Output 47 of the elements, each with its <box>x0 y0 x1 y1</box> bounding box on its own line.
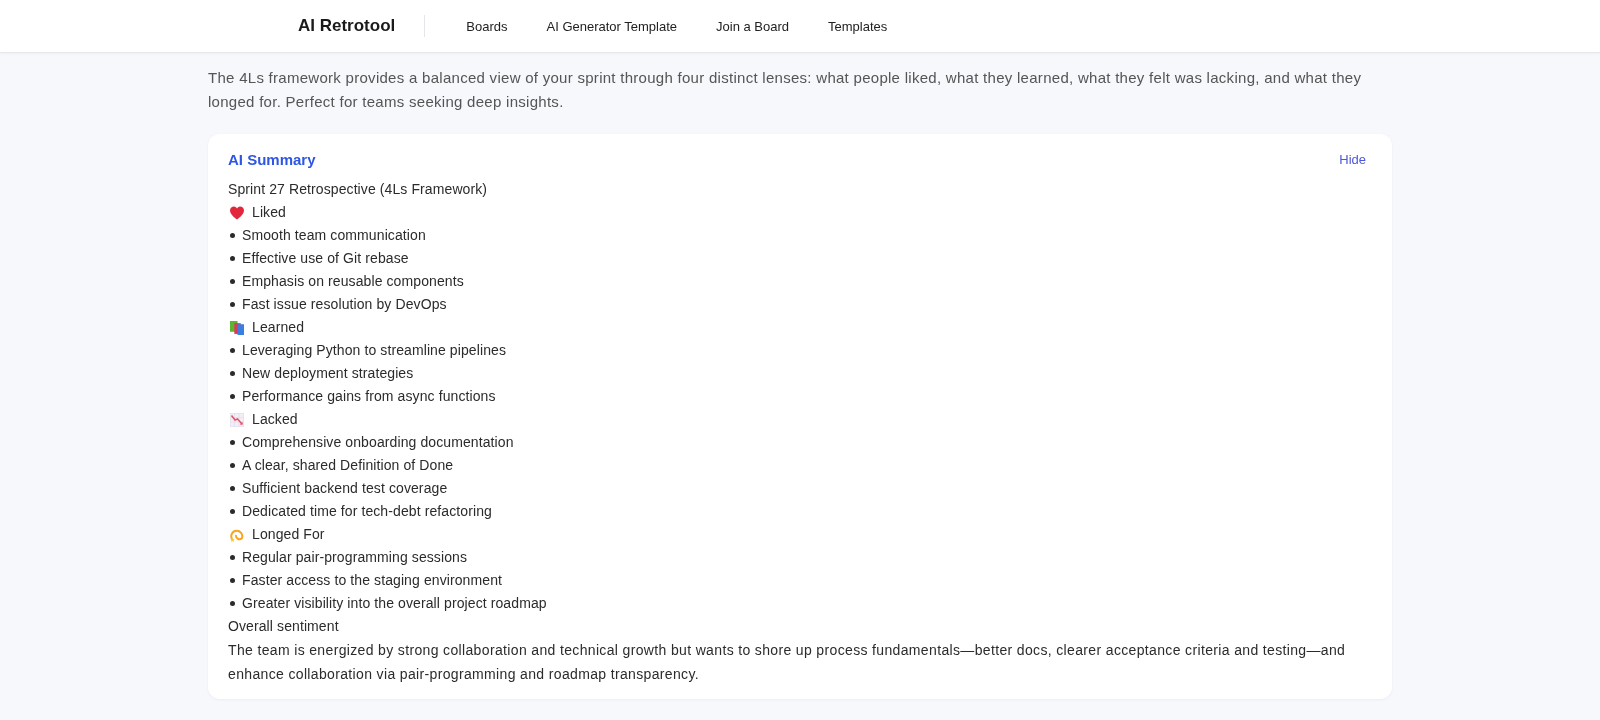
bullet-icon <box>230 440 235 445</box>
list-item: Greater visibility into the overall project roadmap <box>242 594 547 613</box>
bullet-icon <box>230 578 235 583</box>
bullet-icon <box>230 486 235 491</box>
hide-link[interactable]: Hide <box>1339 151 1366 167</box>
list-item: Fast issue resolution by DevOps <box>242 295 447 314</box>
list-item: Sufficient backend test coverage <box>242 479 448 498</box>
swirl-icon <box>230 527 244 542</box>
nav-link[interactable]: Join a Board <box>716 18 790 34</box>
bullet-icon <box>230 279 235 284</box>
summary-heading: Sprint 27 Retrospective (4Ls Framework) <box>228 180 489 199</box>
list-item: Dedicated time for tech-debt refactoring <box>242 502 492 521</box>
nav-link[interactable]: Templates <box>828 18 888 34</box>
nav-link[interactable]: Boards <box>466 18 508 34</box>
section-title: Liked <box>252 203 286 222</box>
list-item: Regular pair-programming sessions <box>242 548 468 567</box>
bullet-icon <box>230 302 235 307</box>
nav-link[interactable]: AI Generator Template <box>546 18 678 34</box>
list-item: Emphasis on reusable components <box>242 272 464 291</box>
list-item: Faster access to the staging environment <box>242 571 503 590</box>
list-item: Effective use of Git rebase <box>242 249 409 268</box>
section-title: Longed For <box>252 525 325 544</box>
heart-icon <box>230 205 244 220</box>
bullet-icon <box>230 233 235 238</box>
bullet-icon <box>230 256 235 261</box>
list-item: A clear, shared Definition of Done <box>242 456 454 475</box>
bullet-icon <box>230 601 235 606</box>
bullet-icon <box>230 509 235 514</box>
bullet-icon <box>230 463 235 468</box>
sentiment-heading: Overall sentiment <box>228 617 340 636</box>
bullet-icon <box>230 555 235 560</box>
list-item: New deployment strategies <box>242 364 414 383</box>
bullet-icon <box>230 394 235 399</box>
summary-title: AI Summary <box>228 150 316 168</box>
list-item: Performance gains from async functions <box>242 387 496 406</box>
framework-description: The 4Ls framework provides a balanced view of your sprint through four distinct lenses: what people liked, what they learned, what they felt was lacking, and what they longed for. Perfect for teams seeking deep insights. <box>208 68 1363 112</box>
section-title: Learned <box>252 318 305 337</box>
list-item: Comprehensive onboarding documentation <box>242 433 514 452</box>
list-item: Leveraging Python to streamline pipelines <box>242 341 507 360</box>
section-title: Lacked <box>252 410 298 429</box>
books-icon <box>230 320 244 335</box>
list-item: Smooth team communication <box>242 226 426 245</box>
chart-decreasing-icon <box>230 412 244 427</box>
bullet-icon <box>230 371 235 376</box>
logo-link[interactable]: AI Retrotool <box>298 16 396 36</box>
bullet-icon <box>230 348 235 353</box>
sentiment-text: The team is energized by strong collaboration and technical growth but wants to shore up process fundamentals—better docs, clearer acceptance criteria and testing—and enhance collaboration via pair-programming and roadmap transparency. <box>228 641 1347 684</box>
